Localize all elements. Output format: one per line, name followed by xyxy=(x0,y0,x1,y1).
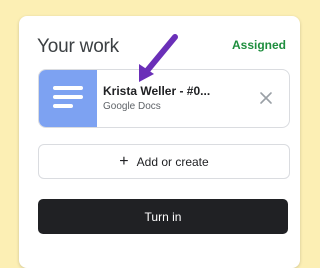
turn-in-label: Turn in xyxy=(144,209,182,224)
add-or-create-label: Add or create xyxy=(136,154,209,169)
attachment-type: Google Docs xyxy=(103,101,161,112)
plus-icon: + xyxy=(119,152,129,170)
status-label: Assigned xyxy=(231,38,286,52)
card-title: Your work xyxy=(37,36,119,57)
google-docs-icon xyxy=(39,70,97,127)
your-work-card: Your work Assigned Krista Weller - #0...… xyxy=(19,16,300,268)
close-icon[interactable] xyxy=(257,89,275,107)
attachment-name[interactable]: Krista Weller - #0... xyxy=(103,84,210,98)
add-or-create-button[interactable]: + Add or create xyxy=(38,144,290,179)
attachment-item[interactable]: Krista Weller - #0... Google Docs xyxy=(38,69,290,128)
turn-in-button[interactable]: Turn in xyxy=(38,199,288,234)
